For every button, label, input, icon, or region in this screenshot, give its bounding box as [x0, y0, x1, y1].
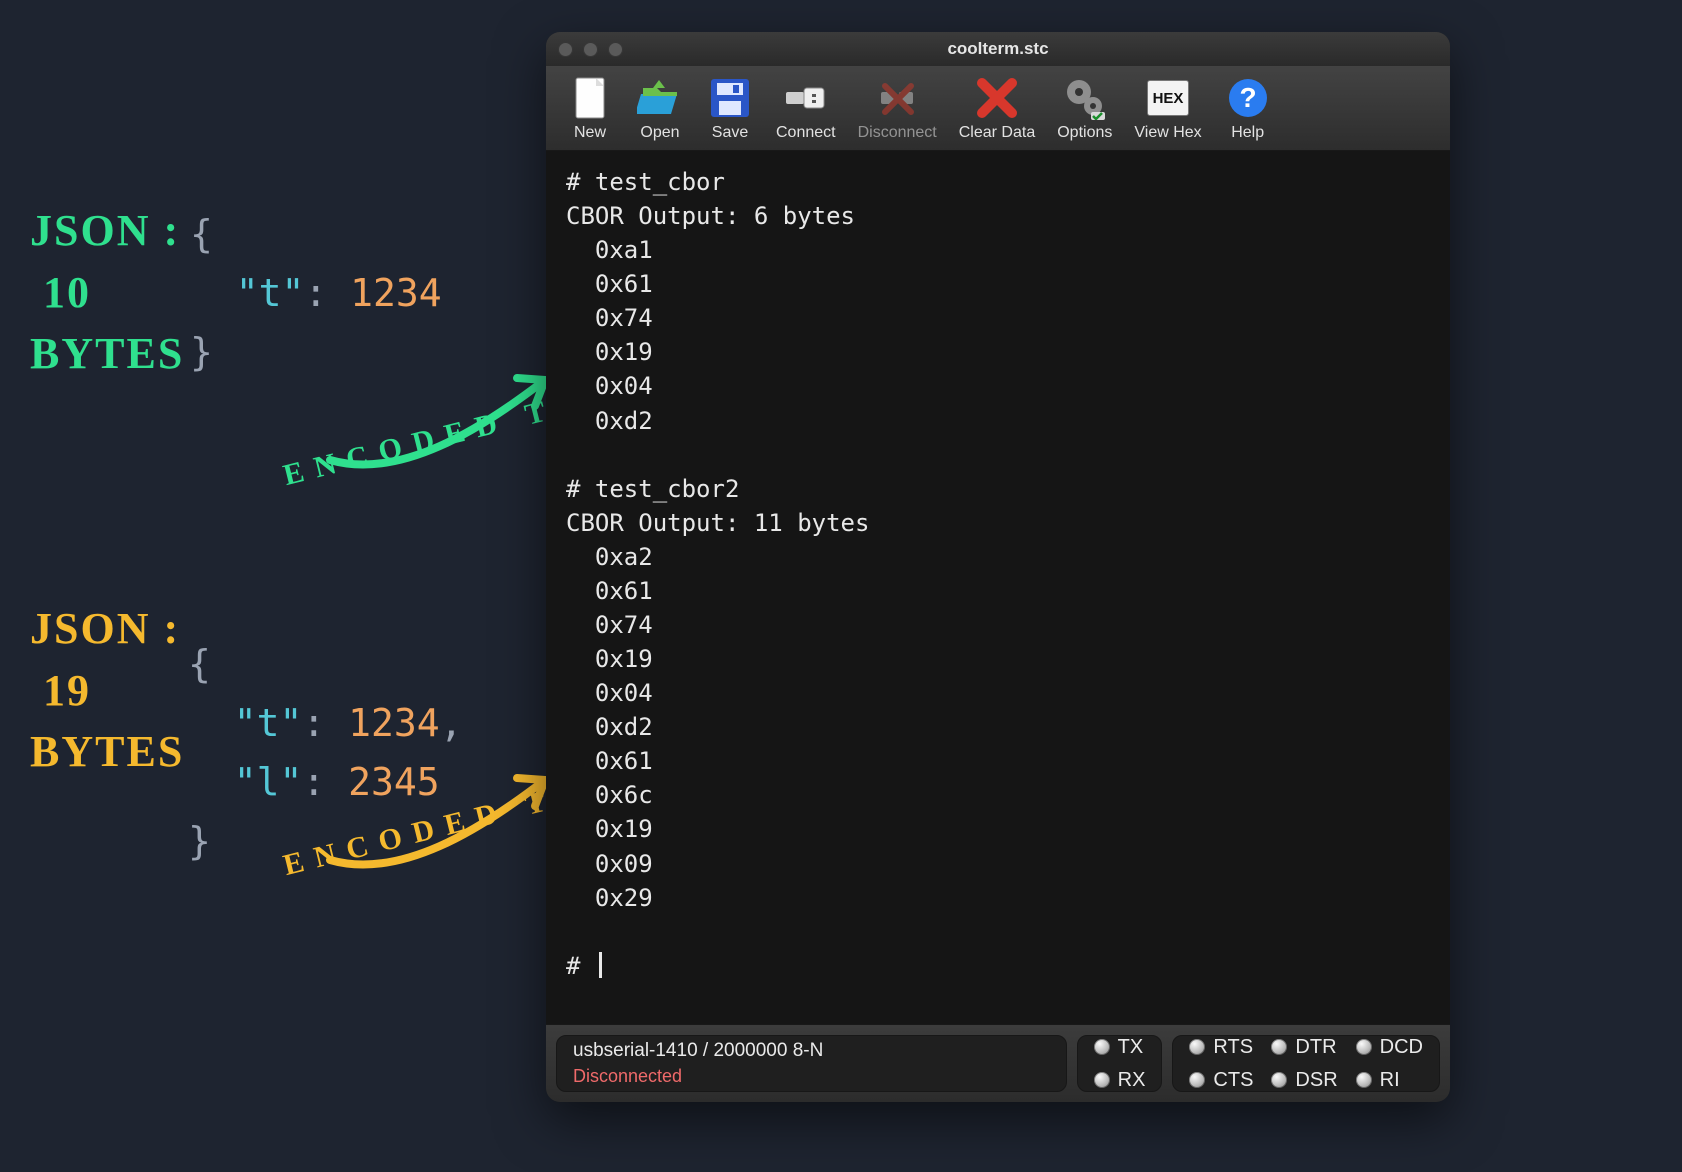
connection-state: Disconnected: [573, 1066, 1050, 1087]
clear-x-icon: [973, 74, 1021, 122]
annotation-json-10-bytes: JSON : 10 BYTES: [30, 200, 184, 385]
zoom-dot[interactable]: [608, 42, 623, 57]
options-label: Options: [1057, 124, 1112, 142]
window-title: coolterm.stc: [546, 32, 1450, 66]
open-label: Open: [640, 124, 679, 142]
disconnect-button: Disconnect: [848, 72, 947, 146]
port-descriptor: usbserial-1410 / 2000000 8-N: [573, 1040, 1050, 1062]
viewhex-label: View Hex: [1134, 124, 1201, 142]
save-button[interactable]: Save: [696, 72, 764, 146]
port-status-box[interactable]: usbserial-1410 / 2000000 8-N Disconnecte…: [556, 1035, 1067, 1092]
rts-led: RTS: [1189, 1036, 1253, 1059]
tx-led: TX: [1094, 1036, 1146, 1059]
dcd-led: DCD: [1356, 1036, 1423, 1059]
json-value: 1234: [350, 271, 442, 315]
json-value: 1234: [348, 701, 440, 745]
close-dot[interactable]: [558, 42, 573, 57]
new-file-icon: [566, 74, 614, 122]
clear-data-button[interactable]: Clear Data: [949, 72, 1045, 146]
json-snippet-1: { "t": 1234 }: [190, 205, 442, 382]
brace-close: }: [188, 819, 211, 863]
rx-led: RX: [1094, 1069, 1146, 1092]
help-button[interactable]: ? Help: [1214, 72, 1282, 146]
dsr-led: DSR: [1271, 1069, 1337, 1092]
connect-button[interactable]: Connect: [766, 72, 846, 146]
help-icon: ?: [1224, 74, 1272, 122]
signal-box: RTS DTR DCD CTS DSR RI: [1172, 1035, 1440, 1092]
save-label: Save: [712, 124, 748, 142]
connect-label: Connect: [776, 124, 836, 142]
hex-icon: HEX: [1144, 74, 1192, 122]
ri-led: RI: [1356, 1069, 1423, 1092]
brace-open: {: [188, 642, 211, 686]
disconnect-icon: [873, 74, 921, 122]
clear-label: Clear Data: [959, 124, 1035, 142]
help-label: Help: [1231, 124, 1264, 142]
view-hex-button[interactable]: HEX View Hex: [1124, 72, 1211, 146]
traffic-lights: [558, 42, 623, 57]
disconnect-label: Disconnect: [858, 124, 937, 142]
annotation-encoded-to-1: E N C O D E D T O: [280, 386, 584, 493]
coolterm-window: coolterm.stc New Open Save Connect: [546, 32, 1450, 1102]
new-label: New: [574, 124, 606, 142]
hex-badge: HEX: [1147, 80, 1189, 116]
cts-led: CTS: [1189, 1069, 1253, 1092]
status-bar: usbserial-1410 / 2000000 8-N Disconnecte…: [546, 1024, 1450, 1102]
brace-close: }: [190, 330, 213, 374]
minimize-dot[interactable]: [583, 42, 598, 57]
json-key: "t": [234, 701, 303, 745]
open-button[interactable]: Open: [626, 72, 694, 146]
floppy-disk-icon: [706, 74, 754, 122]
json-snippet-2: { "t": 1234, "l": 2345 }: [188, 635, 463, 871]
json-value: 2345: [348, 760, 440, 804]
usb-plug-icon: [782, 74, 830, 122]
terminal-output[interactable]: # test_cbor CBOR Output: 6 bytes 0xa1 0x…: [546, 151, 1450, 1024]
window-titlebar[interactable]: coolterm.stc: [546, 32, 1450, 66]
gear-icon: [1061, 74, 1109, 122]
txrx-box: TX RX: [1077, 1035, 1163, 1092]
new-button[interactable]: New: [556, 72, 624, 146]
dtr-led: DTR: [1271, 1036, 1337, 1059]
svg-text:?: ?: [1239, 82, 1256, 113]
json-key: "t": [236, 271, 305, 315]
brace-open: {: [190, 212, 213, 256]
toolbar: New Open Save Connect Disconnect: [546, 66, 1450, 151]
options-button[interactable]: Options: [1047, 72, 1122, 146]
json-key: "l": [234, 760, 303, 804]
annotation-json-19-bytes: JSON : 19 BYTES: [30, 598, 184, 783]
folder-open-icon: [636, 74, 684, 122]
